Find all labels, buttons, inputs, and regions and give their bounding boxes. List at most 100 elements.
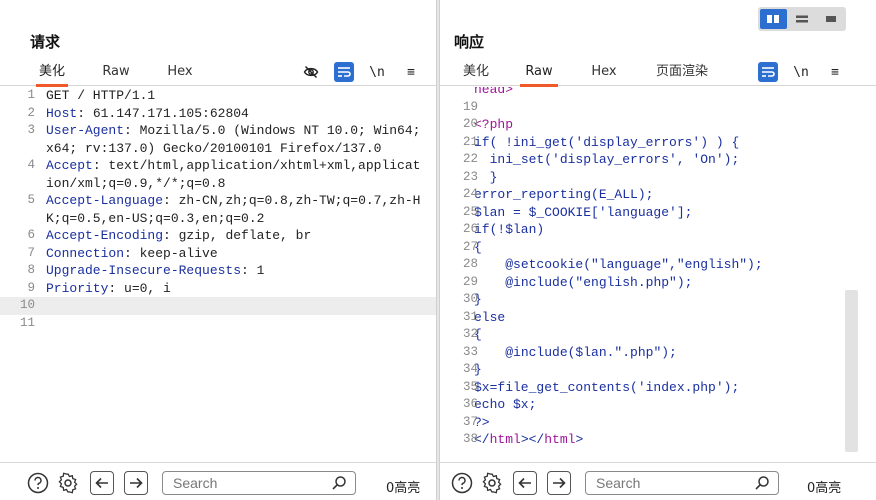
- code-token: $lan = $_COOKIE['language'];: [474, 204, 693, 220]
- newline-toggle[interactable]: \n: [367, 62, 387, 82]
- line-code: ?>: [474, 414, 876, 432]
- request-pane: 请求 美化 Raw Hex \n ≡ 1 GET / HTTP/1.1 2 Host:…: [0, 0, 436, 500]
- code-token: User-Agent: [46, 123, 125, 138]
- back-arrow-icon[interactable]: [513, 471, 537, 495]
- response-editor[interactable]: head> 19 20 <?php 21 if( !ini_get('display_e…: [440, 87, 876, 453]
- tab-pretty[interactable]: 美化: [36, 64, 68, 87]
- newline-toggle[interactable]: \n: [791, 62, 811, 82]
- code-token: if( !ini_get('display_errors') ) {: [474, 134, 740, 150]
- line-code: $lan = $_COOKIE['language'];: [474, 204, 876, 222]
- menu-icon[interactable]: ≡: [401, 62, 421, 82]
- line-number: 27: [462, 239, 478, 254]
- partial-code: head>: [474, 87, 514, 97]
- tab-pretty[interactable]: 美化: [460, 64, 492, 86]
- layout-view-switch: [758, 7, 846, 31]
- code-token: : 61.147.171.105:62804: [77, 105, 249, 121]
- code-token: : text/html,application/xhtml+xml,applic…: [46, 158, 421, 191]
- settings-gear-icon[interactable]: [480, 471, 504, 495]
- code-token: ini_set('display_errors', 'On');: [474, 152, 740, 167]
- layout-stacked-icon[interactable]: [789, 9, 816, 29]
- hide-eye-icon[interactable]: [301, 62, 321, 82]
- code-line: 11: [0, 315, 436, 333]
- tab-raw[interactable]: Raw: [520, 64, 558, 87]
- line-number: 35: [462, 379, 478, 394]
- request-bottom-bar: 0高亮: [0, 462, 436, 500]
- line-number: 9: [27, 280, 35, 295]
- line-number: 7: [27, 245, 35, 260]
- code-line: 28 @setcookie("language","english");: [440, 256, 876, 274]
- code-line: 4 Accept: text/html,application/xhtml+xml…: [0, 157, 436, 192]
- code-line: 33 @include($lan.".php");: [440, 344, 876, 362]
- code-line: 7 Connection: keep-alive: [0, 245, 436, 263]
- line-code: }: [474, 169, 876, 187]
- line-number: 33: [462, 344, 478, 359]
- back-arrow-icon[interactable]: [90, 471, 114, 495]
- code-line: 34}: [440, 361, 876, 379]
- highlight-count: 0高亮: [807, 481, 842, 496]
- search-icon[interactable]: [754, 475, 770, 496]
- code-line: 22 ini_set('display_errors', 'On');: [440, 151, 876, 169]
- line-number: 3: [27, 123, 35, 137]
- line-number: 8: [27, 263, 35, 277]
- code-token: @setcookie("language","english");: [474, 257, 763, 272]
- code-token: : u=0, i: [108, 280, 171, 296]
- line-number: 6: [27, 228, 35, 242]
- code-token: $x=file_get_contents('index.php');: [474, 379, 740, 395]
- line-code: Connection: keep-alive: [46, 245, 436, 263]
- line-number: 29: [462, 274, 478, 289]
- response-title: 响应: [454, 33, 485, 51]
- tab-hex[interactable]: Hex: [164, 64, 196, 86]
- code-line: 21 if( !ini_get('display_errors') ) {: [440, 134, 876, 152]
- response-partial-line: head>: [440, 87, 876, 99]
- line-number: 22: [462, 152, 478, 166]
- code-token: : 1: [241, 263, 265, 278]
- code-line: 6 Accept-Encoding: gzip, deflate, br: [0, 227, 436, 245]
- tab-render[interactable]: 页面渲染: [652, 64, 712, 86]
- help-icon[interactable]: [450, 471, 474, 495]
- code-line: 5 Accept-Language: zh-CN,zh;q=0.8,zh-TW;q…: [0, 192, 436, 227]
- line-code: Host: 61.147.171.105:62804: [46, 105, 436, 123]
- response-search-input[interactable]: [596, 475, 746, 491]
- wrap-lines-icon[interactable]: [334, 62, 354, 82]
- response-scrollbar[interactable]: [845, 290, 858, 452]
- line-number: 36: [462, 397, 478, 411]
- wrap-lines-icon[interactable]: [758, 62, 778, 82]
- code-line: 32{: [440, 326, 876, 344]
- code-token: @include($lan.".php");: [474, 344, 677, 360]
- code-line: 38 </html></html>: [440, 431, 876, 449]
- line-code: </html></html>: [474, 431, 876, 449]
- line-code: error_reporting(E_ALL);: [474, 186, 876, 204]
- line-number: 2: [27, 105, 35, 120]
- search-icon[interactable]: [331, 475, 347, 496]
- tab-hex[interactable]: Hex: [588, 64, 620, 86]
- layout-tabs-icon[interactable]: [817, 9, 844, 29]
- code-token: Accept: [46, 158, 93, 173]
- line-code: $x=file_get_contents('index.php');: [474, 379, 876, 397]
- help-icon[interactable]: [26, 471, 50, 495]
- line-code: else: [474, 309, 876, 327]
- line-code: Upgrade-Insecure-Requests: 1: [46, 262, 436, 280]
- tab-raw[interactable]: Raw: [100, 64, 132, 86]
- line-number: 23: [462, 169, 478, 184]
- code-line: 23 }: [440, 169, 876, 187]
- line-code: Accept-Encoding: gzip, deflate, br: [46, 227, 436, 245]
- menu-icon[interactable]: ≡: [825, 62, 845, 82]
- forward-arrow-icon[interactable]: [547, 471, 571, 495]
- line-number: 37: [462, 414, 478, 429]
- line-code: {: [474, 326, 876, 344]
- code-token: @include("english.php");: [474, 274, 693, 290]
- line-code: if(!$lan): [474, 221, 876, 239]
- forward-arrow-icon[interactable]: [124, 471, 148, 495]
- code-token: html: [544, 432, 576, 447]
- line-code: GET / HTTP/1.1: [46, 87, 436, 105]
- line-code: if( !ini_get('display_errors') ) {: [474, 134, 876, 152]
- line-number: 25: [462, 204, 478, 219]
- code-line: 24 error_reporting(E_ALL);: [440, 186, 876, 204]
- layout-side-by-side-icon[interactable]: [760, 9, 787, 29]
- request-search-input[interactable]: [173, 475, 323, 491]
- request-editor[interactable]: 1 GET / HTTP/1.1 2 Host: 61.147.171.105:628…: [0, 87, 436, 453]
- code-line: 35 $x=file_get_contents('index.php');: [440, 379, 876, 397]
- request-search-box[interactable]: [162, 471, 356, 495]
- settings-gear-icon[interactable]: [56, 471, 80, 495]
- response-search-box[interactable]: [585, 471, 779, 495]
